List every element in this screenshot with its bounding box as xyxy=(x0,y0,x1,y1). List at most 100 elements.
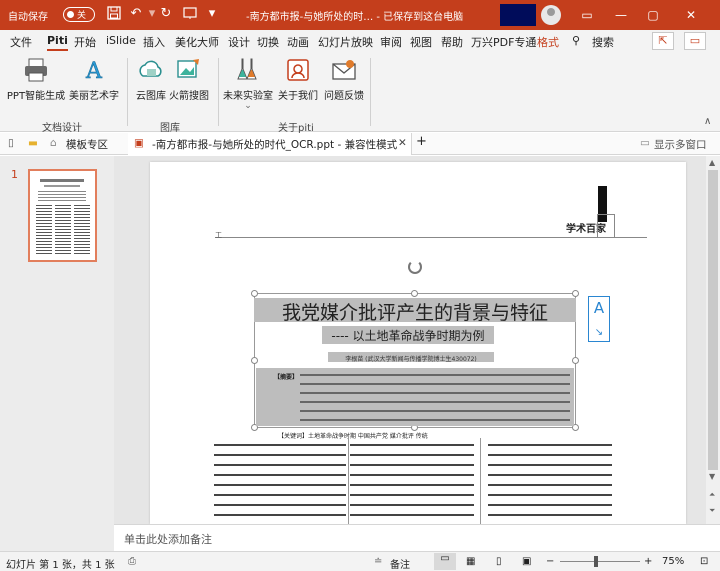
abstract-text xyxy=(300,374,570,422)
notes-pane[interactable]: 单击此处添加备注 xyxy=(114,524,720,551)
start-slideshow-icon[interactable] xyxy=(182,6,198,22)
spellcheck-icon[interactable]: ⎙ xyxy=(128,556,136,567)
slide-thumbnail-1[interactable] xyxy=(28,169,97,262)
art-text-label: 美丽艺术字 xyxy=(69,91,119,102)
minimize-icon[interactable]: — xyxy=(606,5,636,25)
autosave-state: 关 xyxy=(77,11,87,21)
new-file-icon[interactable]: ▯ xyxy=(8,137,14,149)
header-rule xyxy=(215,237,647,238)
slide-keywords: 【关键词】土地革命战争时期 中国共产党 媒介批评 传统 xyxy=(278,433,428,440)
slide-author: 李根苗 (武汉大学新闻与传播学院博士生430072) xyxy=(345,356,477,363)
vertical-scrollbar[interactable]: ▲ ▼ ⏶ ⏷ xyxy=(706,156,720,524)
menu-beautify[interactable]: 美化大师 xyxy=(175,34,219,50)
text-format-icon[interactable]: A ↘ xyxy=(588,296,610,342)
cloud-gallery-label: 云图库 xyxy=(136,91,166,102)
art-text-icon: A xyxy=(85,59,104,84)
menu-insert[interactable]: 插入 xyxy=(143,34,165,50)
notes-toggle-button[interactable]: 备注 xyxy=(390,556,410,571)
close-icon[interactable]: ✕ xyxy=(676,5,706,25)
scroll-up-icon[interactable]: ▲ xyxy=(709,158,715,167)
redo-icon[interactable]: ↻ xyxy=(158,6,174,22)
menu-slideshow[interactable]: 幻灯片放映 xyxy=(318,34,373,50)
rotate-handle-icon[interactable] xyxy=(408,260,422,274)
comments-icon[interactable]: ▭ xyxy=(684,32,706,50)
slide-sorter-icon[interactable]: ▦ xyxy=(466,556,475,567)
feedback-button[interactable]: 问题反馈 xyxy=(322,56,366,102)
zoom-in-icon[interactable]: + xyxy=(644,556,652,567)
menu-file[interactable]: 文件 xyxy=(10,34,32,50)
template-zone-tab[interactable]: 模板专区 xyxy=(66,137,108,152)
next-slide-icon[interactable]: ⏷ xyxy=(709,506,715,516)
mail-icon xyxy=(332,60,356,80)
art-text-button[interactable]: A 美丽艺术字 xyxy=(66,56,122,102)
about-us-icon xyxy=(287,59,309,81)
menu-search[interactable]: 搜索 xyxy=(592,34,614,50)
menu-piti[interactable]: Piti xyxy=(47,34,68,51)
close-tab-icon[interactable]: ✕ xyxy=(398,137,407,149)
zoom-slider[interactable] xyxy=(560,561,640,562)
ribbon-piti: PPT智能生成 A 美丽艺术字 文档设计 云图库 火箭搜图 图库 未来实验室 ⌄… xyxy=(0,52,720,134)
feedback-label: 问题反馈 xyxy=(324,91,364,102)
rocket-search-label: 火箭搜图 xyxy=(169,91,209,102)
maximize-icon[interactable]: ▢ xyxy=(638,5,668,25)
ribbon-separator xyxy=(218,58,219,126)
undo-icon[interactable]: ↶ xyxy=(128,6,144,22)
multi-window-icon: ▭ xyxy=(640,137,650,149)
resize-handle[interactable] xyxy=(251,290,258,297)
slideshow-view-icon[interactable]: ▣ xyxy=(522,556,531,567)
menu-wondershare-pdf[interactable]: 万兴PDF专通 xyxy=(471,34,536,50)
resize-handle[interactable] xyxy=(572,357,579,364)
save-icon[interactable] xyxy=(106,6,122,22)
resize-handle[interactable] xyxy=(572,290,579,297)
share-icon[interactable]: ⇱ xyxy=(652,32,674,50)
lab-flask-icon xyxy=(237,58,257,80)
menu-animations[interactable]: 动画 xyxy=(287,34,309,50)
resize-handle[interactable] xyxy=(251,357,258,364)
menu-transitions[interactable]: 切换 xyxy=(257,34,279,50)
notes-icon[interactable]: ≐ xyxy=(374,556,382,567)
previous-slide-icon[interactable]: ⏶ xyxy=(709,490,715,500)
scroll-thumb[interactable] xyxy=(708,170,718,470)
avatar[interactable] xyxy=(541,5,561,25)
zoom-level[interactable]: 75% xyxy=(662,556,684,567)
cloud-gallery-button[interactable]: 云图库 xyxy=(132,56,170,102)
customize-toolbar-icon[interactable]: ▾ xyxy=(204,6,220,22)
title-bar: 自动保存 关 ↶ ▾ ↻ ▾ -南方都市报-与她所处的时… - 已保存到这台电脑… xyxy=(0,0,720,30)
menu-view[interactable]: 视图 xyxy=(410,34,432,50)
menu-design[interactable]: 设计 xyxy=(228,34,250,50)
slide-number: 1 xyxy=(11,168,18,181)
document-tabs-bar: ▯ ▬ ⌂ 模板专区 ▣ -南方都市报-与她所处的时代_OCR.ppt - 兼容… xyxy=(0,133,720,155)
menu-islide[interactable]: iSlide xyxy=(106,34,136,47)
show-multi-window-button[interactable]: 显示多窗口 xyxy=(654,137,707,152)
scroll-down-icon[interactable]: ▼ xyxy=(709,472,715,481)
resize-handle[interactable] xyxy=(411,290,418,297)
reading-view-icon[interactable]: ▯ xyxy=(496,556,502,567)
collapse-ribbon-icon[interactable]: ∧ xyxy=(704,116,711,127)
zoom-out-icon[interactable]: − xyxy=(546,556,554,567)
slide-1[interactable]: 工 学术百家 我党媒介批评产生的背景与特征 ---- 以土地革命战争时期为例 李… xyxy=(150,162,686,524)
autosave-toggle[interactable]: 关 xyxy=(63,7,95,22)
future-lab-button[interactable]: 未来实验室 ⌄ xyxy=(222,56,274,111)
template-icon: ⌂ xyxy=(50,137,57,149)
ribbon-display-icon[interactable]: ▭ xyxy=(572,5,602,25)
folder-icon[interactable]: ▬ xyxy=(28,137,38,149)
search-icon[interactable]: ⚲ xyxy=(572,34,580,47)
column-divider xyxy=(348,438,349,524)
normal-view-icon[interactable]: ▭ xyxy=(434,553,456,570)
fit-to-window-icon[interactable]: ⊡ xyxy=(700,556,708,567)
menu-home[interactable]: 开始 xyxy=(74,34,96,50)
group-label-about-piti: 关于piti xyxy=(278,123,314,134)
logo-frame xyxy=(597,214,615,238)
new-tab-icon[interactable]: + xyxy=(416,134,427,149)
document-tab[interactable]: ▣ -南方都市报-与她所处的时代_OCR.ppt - 兼容性模式 ✕ xyxy=(128,133,412,155)
slide-thumbnail-pane: 1 xyxy=(0,156,114,551)
menu-help[interactable]: 帮助 xyxy=(441,34,463,50)
about-us-button[interactable]: 关于我们 xyxy=(275,56,321,102)
abstract-lead: 【摘要】 xyxy=(274,374,299,381)
rocket-search-button[interactable]: 火箭搜图 xyxy=(168,56,210,102)
menu-format[interactable]: 格式 xyxy=(537,34,559,50)
ppt-smart-generate-button[interactable]: PPT智能生成 xyxy=(6,56,66,102)
zoom-slider-thumb[interactable] xyxy=(594,556,598,567)
menu-review[interactable]: 审阅 xyxy=(380,34,402,50)
account-badge[interactable] xyxy=(500,4,536,26)
